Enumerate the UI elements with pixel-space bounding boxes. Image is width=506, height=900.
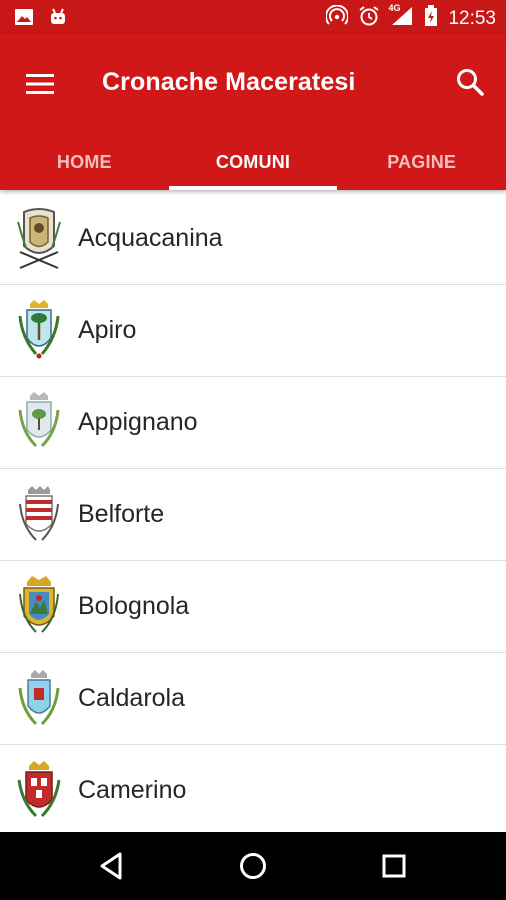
tab-bar: HOME COMUNI PAGINE [0, 134, 506, 190]
back-button[interactable] [92, 848, 132, 884]
menu-button[interactable] [22, 66, 58, 102]
hamburger-menu-icon [26, 74, 54, 94]
comune-name: Caldarola [78, 684, 186, 712]
list-item[interactable]: Apiro [0, 285, 506, 377]
alarm-icon [358, 5, 380, 32]
recents-button[interactable] [374, 848, 414, 884]
apiro-crest-icon [18, 299, 60, 358]
recents-icon [382, 854, 406, 878]
comune-name: Acquacanina [78, 224, 223, 252]
comune-name: Appignano [78, 408, 198, 436]
caldarola-crest-icon [18, 669, 60, 725]
list-item[interactable]: Belforte [0, 469, 506, 561]
network-type-label: 4G [388, 3, 401, 13]
home-icon [240, 853, 266, 879]
comune-name: Bolognola [78, 592, 190, 620]
battery-charging-icon [424, 5, 438, 32]
list-item[interactable]: Bolognola [0, 561, 506, 653]
comune-name: Camerino [78, 776, 187, 804]
bolognola-crest-icon [19, 575, 59, 633]
search-icon [457, 69, 484, 96]
signal-icon: 4G [388, 3, 414, 32]
home-button[interactable] [233, 848, 273, 884]
appignano-crest-icon [18, 391, 60, 447]
status-bar: 4G 12:53 [0, 0, 506, 34]
list-item[interactable]: Appignano [0, 377, 506, 469]
list-item[interactable]: Camerino [0, 745, 506, 837]
tab-comuni[interactable]: COMUNI [168, 134, 338, 190]
belforte-crest-icon [19, 485, 59, 541]
navigation-bar [0, 832, 506, 900]
list-item[interactable]: Acquacanina [0, 193, 506, 285]
list-item[interactable]: Caldarola [0, 653, 506, 745]
hotspot-icon [325, 4, 350, 32]
comuni-list: Acquacanina Apiro Appignano Belforte Bol… [0, 193, 506, 837]
app-title: Cronache Maceratesi [102, 68, 356, 96]
image-notification-icon [14, 7, 34, 32]
android-notification-icon [48, 7, 68, 32]
clock: 12:53 [448, 7, 496, 29]
search-button[interactable] [454, 66, 488, 100]
camerino-crest-icon [17, 760, 61, 817]
tab-pagine[interactable]: PAGINE [337, 134, 506, 190]
back-icon [100, 852, 122, 880]
tab-home[interactable]: HOME [0, 134, 169, 190]
comune-name: Belforte [78, 500, 165, 528]
acquacanina-crest-icon [17, 207, 61, 269]
app-bar: Cronache Maceratesi HOME COMUNI PAGINE [0, 34, 506, 190]
comune-name: Apiro [78, 316, 137, 344]
